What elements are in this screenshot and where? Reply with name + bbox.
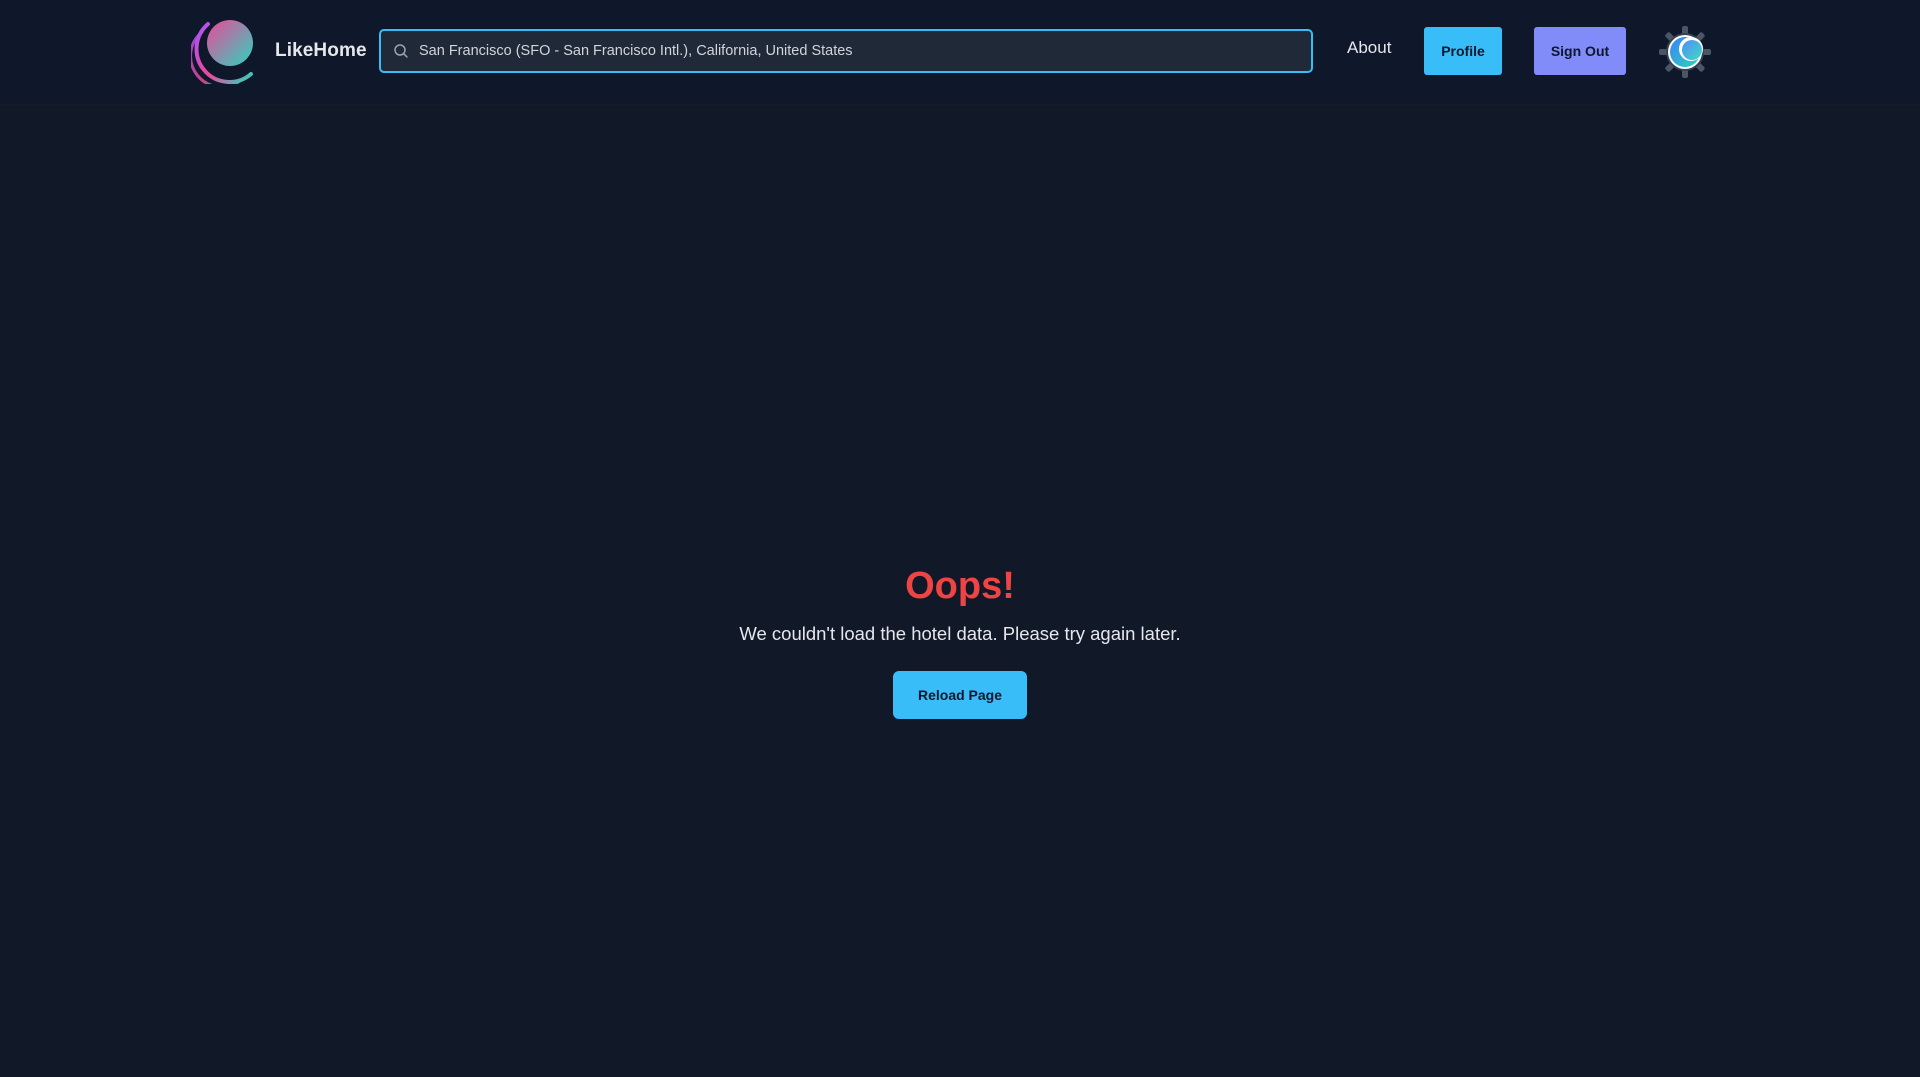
error-message: We couldn't load the hotel data. Please …: [739, 623, 1181, 644]
profile-button[interactable]: Profile: [1424, 27, 1502, 75]
error-state: Oops! We couldn't load the hotel data. P…: [0, 560, 1920, 719]
brand-home-link[interactable]: LikeHome: [191, 18, 367, 84]
destination-search-input[interactable]: [409, 31, 1311, 71]
theme-toggle-icon: [1659, 26, 1711, 78]
error-title: Oops!: [905, 565, 1015, 607]
top-navbar: LikeHome About Profile Sign Out: [0, 0, 1920, 104]
destination-search-box[interactable]: [379, 29, 1313, 73]
reload-page-button[interactable]: Reload Page: [893, 671, 1027, 719]
search-icon: [394, 44, 408, 58]
brand-name: LikeHome: [275, 40, 367, 61]
likehome-logo-icon: [191, 20, 253, 84]
sign-out-button[interactable]: Sign Out: [1534, 27, 1626, 75]
about-link[interactable]: About: [1347, 38, 1391, 58]
theme-toggle-button[interactable]: [1658, 25, 1712, 79]
